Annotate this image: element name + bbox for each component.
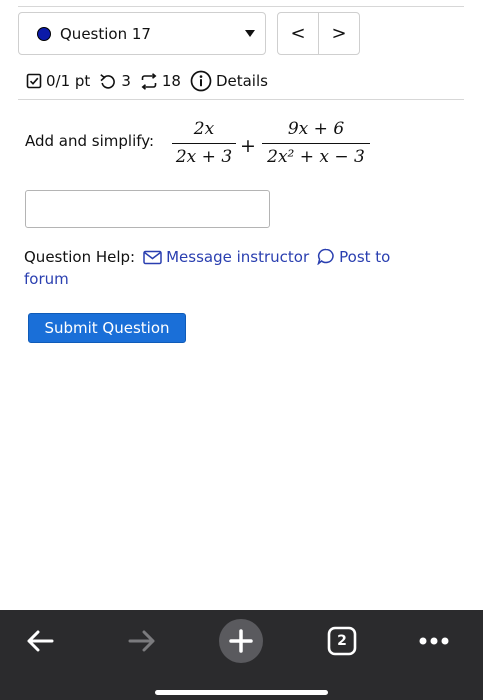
forum-link-part-1: Post to	[339, 248, 391, 266]
retry-arrows-icon	[141, 72, 157, 90]
attempts-stat: 3	[99, 72, 131, 90]
question-stats: 0/1 pt 3 18 Details	[26, 68, 277, 94]
checkbox-icon	[26, 73, 42, 89]
forum-link-part-2: forum	[24, 270, 69, 288]
top-divider	[18, 6, 464, 7]
fraction-1-denominator: 2x + 3	[175, 147, 233, 167]
undo-icon	[100, 74, 116, 89]
forward-button[interactable]	[124, 623, 160, 659]
fraction-1-numerator: 2x	[193, 119, 215, 139]
fraction-2-numerator: 9x + 6	[287, 119, 345, 139]
question-select[interactable]: Question 17	[18, 12, 266, 55]
details-toggle[interactable]: Details	[190, 70, 268, 92]
message-instructor-link[interactable]: Message instructor	[166, 248, 309, 266]
answer-input[interactable]	[25, 190, 270, 228]
forward-arrow-icon	[128, 630, 155, 652]
new-tab-plus-icon	[219, 619, 263, 663]
question-status-dot	[37, 26, 51, 41]
problem-prompt: Add and simplify:	[25, 132, 155, 150]
new-tab-button[interactable]	[218, 619, 264, 663]
fraction-2: 9x + 6 2x² + x − 3	[262, 118, 370, 168]
next-question-button[interactable]: >	[318, 13, 359, 54]
fraction-2-denominator: 2x² + x − 3	[267, 147, 365, 167]
question-label: Question 17	[60, 24, 151, 43]
attempts-text: 3	[121, 72, 131, 90]
info-icon	[190, 70, 212, 92]
back-button[interactable]	[22, 623, 58, 659]
tab-count: 2	[337, 633, 347, 649]
fraction-1-bar	[172, 143, 236, 144]
speech-bubble-icon	[317, 248, 334, 266]
home-indicator	[155, 690, 328, 695]
plus-operator: +	[240, 135, 256, 157]
retries-stat: 18	[140, 72, 181, 90]
score-text: 0/1 pt	[46, 72, 91, 90]
more-dots-icon	[419, 637, 449, 645]
fraction-1: 2x 2x + 3	[172, 118, 236, 168]
browser-toolbar: 2	[0, 610, 483, 700]
question-help: Question Help: Message instructor Post t…	[24, 246, 444, 290]
retries-text: 18	[161, 72, 181, 90]
more-options-button[interactable]	[416, 623, 452, 659]
submit-question-button[interactable]: Submit Question	[28, 313, 186, 343]
tabs-button[interactable]: 2	[326, 623, 358, 659]
question-nav: < >	[277, 12, 360, 55]
score-stat: 0/1 pt	[26, 72, 90, 90]
help-label: Question Help:	[24, 248, 136, 266]
dropdown-caret-icon	[245, 30, 255, 37]
envelope-icon	[143, 250, 162, 265]
details-label: Details	[215, 72, 268, 90]
back-arrow-icon	[27, 630, 54, 652]
stats-divider	[18, 99, 464, 100]
fraction-2-bar	[262, 143, 370, 144]
previous-question-button[interactable]: <	[278, 13, 318, 54]
